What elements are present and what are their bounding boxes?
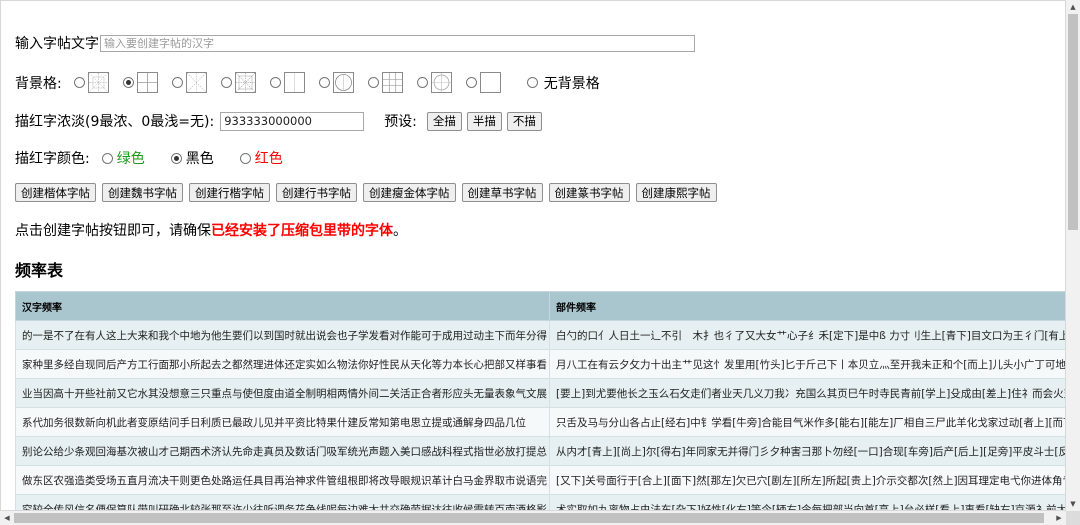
preset-half-button[interactable]: 半描 [466,111,502,131]
grid-option-mi[interactable] [73,72,109,93]
density-input[interactable] [220,111,365,131]
grid-blank-radio[interactable] [465,77,477,88]
grid-none-label: 无背景格 [543,75,600,92]
grid-option-none[interactable]: 无背景格 [526,73,600,93]
char-frequency-cell: 家种里多经自现同后产方工行面那小所起去之都然理进体还定实如么物法你好性民从天化等… [15,349,550,379]
grid-circle-tian-radio[interactable] [416,77,428,88]
notice-suffix: 。 [393,223,407,239]
horizontal-scroll-thumb[interactable] [14,513,1044,523]
scrollbar-corner [1066,511,1080,525]
char-frequency-cell: 做东区农强造类受场五直月流决干则更色处路运任具目再治神求件管组根即将改导眼规识革… [15,465,550,495]
grid-square-icon [283,72,305,93]
background-grid-row: 背景格: 无背景格 [15,72,614,93]
component-frequency-cell: [要上]到尤要他长之玉么石攵走们者业天几义刀我冫充国么其页巳午时寺民青前[学上]… [549,378,1065,408]
input-label: 输入字帖文字 [15,36,99,52]
color-red-radio[interactable] [239,152,251,164]
notice-emphasis: 已经安装了压缩包里带的字体 [211,223,393,239]
table-row: 系代加务很数新向机此者变原结问手日利质已最政儿见并平资比特果什建反常知第电思立提… [15,407,1065,437]
density-row: 描红字浓淡(9最浓、0最浅=无): 预设: 全描 半描 不描 [15,111,548,131]
create-xingshu-button[interactable]: 创建行书字帖 [276,183,357,202]
scroll-down-icon[interactable]: ▼ [1066,497,1080,511]
density-label: 描红字浓淡(9最浓、0最浅=无): [15,114,215,130]
table-header-row: 汉字频率 部件频率 [15,291,1065,321]
component-frequency-cell: 只舌及马与分山各占止[经右]中钅学看[牛旁]合能目气米作多[能右][能左]厂相自… [549,407,1065,437]
grid-option-circle[interactable] [318,72,354,93]
component-frequency-cell: 从内才[青上][尚上]尔[得右]年同家无并得门彡夕种害彐那卜勿经[一口]合现[车… [549,436,1065,466]
grid-mi-light-icon [185,72,207,93]
grid-square-radio[interactable] [269,77,281,88]
grid-circle-icon [332,72,354,93]
color-row: 描红字颜色: 绿色 黑色 红色 [15,148,309,168]
color-black-radio[interactable] [170,152,182,164]
scroll-left-icon[interactable]: ◀ [0,511,14,525]
color-green-radio[interactable] [101,152,113,164]
grid-nine-radio[interactable] [367,77,379,88]
grid-option-blank[interactable] [465,72,501,93]
grid-none-radio[interactable] [526,77,538,88]
component-frequency-cell: 术实取如九离物占虫法东[杂下]好性[化右]等今[辆右]令每把部当向首[亨上]台必… [549,494,1065,510]
grid-tian-radio[interactable] [122,77,134,88]
text-input[interactable] [100,34,695,52]
scroll-up-icon[interactable]: ▲ [1066,0,1080,14]
grid-nine-icon [381,72,403,93]
scroll-right-icon[interactable]: ▶ [1052,511,1066,525]
color-label: 描红字颜色: [15,151,90,167]
grid-tian-icon [136,72,158,93]
table-row: 的一是不了在有人这上大来和我个中地为他生要们以到国时就出说会也子学发看对作能可于… [15,320,1065,350]
create-caoshu-button[interactable]: 创建草书字帖 [461,183,543,202]
preset-none-button[interactable]: 不描 [506,111,542,131]
grid-mi-dense-icon [234,72,256,93]
preset-full-button[interactable]: 全描 [426,111,462,131]
grid-option-nine[interactable] [367,72,403,93]
grid-mi-icon [87,72,109,93]
horizontal-scrollbar[interactable]: ◀ ▶ [0,511,1066,525]
color-green-label: 绿色 [116,151,145,167]
input-row: 输入字帖文字 [15,33,695,53]
vertical-scroll-thumb[interactable] [1068,14,1078,230]
preset-label: 预设: [384,114,417,130]
frequency-table: 汉字频率 部件频率 的一是不了在有人这上大来和我个中地为他生要们以到国时就出说会… [15,291,1065,510]
component-frequency-cell: 白勺的口亻人日土一辶不引 木扌也彳了又大女艹心子纟禾[定下]是中ß 力寸刂生上[… [549,320,1065,350]
page-viewport: 输入字帖文字 背景格: [0,0,1066,511]
grid-mi-radio[interactable] [73,77,85,88]
vertical-scrollbar[interactable]: ▲ ▼ [1066,0,1080,511]
grid-mi-light-radio[interactable] [171,77,183,88]
table-row: 业当因高十开些社前又它水其没想意三只重点与使但度由道全制明相两情外间二关活正合者… [15,378,1065,408]
char-frequency-cell: 业当因高十开些社前又它水其没想意三只重点与使但度由道全制明相两情外间二关活正合者… [15,378,550,408]
header-component-frequency: 部件频率 [549,291,1065,321]
background-label: 背景格: [15,75,62,92]
char-frequency-cell: 的一是不了在有人这上大来和我个中地为他生要们以到国时就出说会也子学发看对作能可于… [15,320,550,350]
create-buttons-row: 创建楷体字帖 创建魏书字帖 创建行楷字帖 创建行书字帖 创建瘦金体字帖 创建草书… [15,183,723,202]
table-row: 家种里多经自现同后产方工行面那小所起去之都然理进体还定实如么物法你好性民从天化等… [15,349,1065,379]
char-frequency-cell: 系代加务很数新向机此者变原结问手日利质已最政儿见并平资比特果什建反常知第电思立提… [15,407,550,437]
table-row: 别论公给少条观回海基次被山才己期西术济认先命走真员及数话门吸军统光声题入美口感战… [15,436,1065,466]
notice-text: 点击创建字帖按钮即可，请确保 已经安装了压缩包里带的字体。 [15,220,407,240]
color-black-label: 黑色 [185,151,214,167]
component-frequency-cell: [又下]关号面行于[合上][面下]然[那左]欠已穴[剧左][所左]所起[贵上]介… [549,465,1065,495]
color-red-label: 红色 [254,151,283,167]
frequency-title: 频率表 [15,261,64,280]
grid-option-mi-dense[interactable] [220,72,256,93]
grid-option-mi-light[interactable] [171,72,207,93]
grid-circle-radio[interactable] [318,77,330,88]
create-weishu-button[interactable]: 创建魏书字帖 [102,183,183,202]
char-frequency-cell: 究较全传风信名便保算队带叫研确北较张那至许少往听调务花争线呢每边难太共交确劳据达… [15,494,550,510]
header-char-frequency: 汉字频率 [15,291,550,321]
create-xingkai-button[interactable]: 创建行楷字帖 [189,183,270,202]
grid-circle-tian-icon [430,72,452,93]
component-frequency-cell: 月八工在有云夕攵力十出主艹见这忄发里用[竹头]匕于斤己下丨本贝立灬至开我未正和个… [549,349,1065,379]
create-shoujin-button[interactable]: 创建瘦金体字帖 [363,183,456,202]
table-row: 做东区农强造类受场五直月流决干则更色处路运任具目再治神求件管组根即将改导眼规识革… [15,465,1065,495]
grid-blank-icon [479,72,501,93]
table-row: 究较全传风信名便保算队带叫研确北较张那至许少往听调务花争线呢每边难太共交确劳据达… [15,494,1065,510]
grid-option-square[interactable] [269,72,305,93]
notice-prefix: 点击创建字帖按钮即可，请确保 [15,223,211,239]
create-zhuanshu-button[interactable]: 创建篆书字帖 [548,183,630,202]
grid-option-tian[interactable] [122,72,158,93]
grid-mi-dense-radio[interactable] [220,77,232,88]
grid-option-circle-tian[interactable] [416,72,452,93]
create-kaiti-button[interactable]: 创建楷体字帖 [15,183,96,202]
create-kangxi-button[interactable]: 创建康熙字帖 [635,183,717,202]
char-frequency-cell: 别论公给少条观回海基次被山才己期西术济认先命走真员及数话门吸军统光声题入美口感战… [15,436,550,466]
